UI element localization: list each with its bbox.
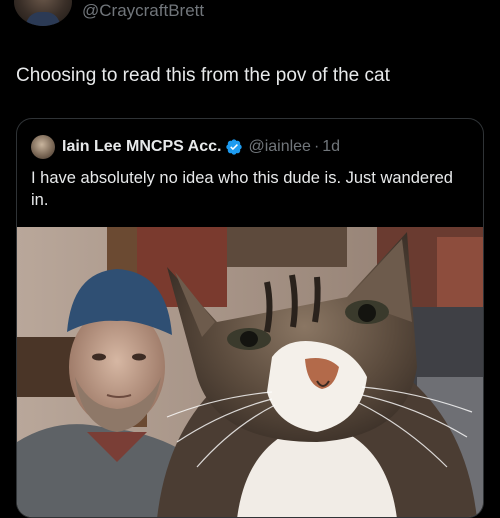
verified-badge-icon xyxy=(226,139,243,155)
author-handle[interactable]: @CraycraftBrett xyxy=(82,0,204,22)
quoted-tweet-photo[interactable] xyxy=(17,227,483,518)
quoted-tweet-text: I have absolutely no idea who this dude … xyxy=(31,169,453,209)
quoted-author-avatar[interactable] xyxy=(31,135,55,159)
quoted-timestamp[interactable]: 1d xyxy=(322,138,340,156)
author-avatar[interactable] xyxy=(14,0,72,26)
quoted-author-name[interactable]: Iain Lee MNCPS Acc. xyxy=(62,138,221,156)
separator-dot: · xyxy=(313,138,320,155)
quoted-tweet-card[interactable]: Iain Lee MNCPS Acc. @iainlee · 1d I have… xyxy=(16,118,484,518)
tweet-text: Choosing to read this from the pov of th… xyxy=(16,65,390,86)
quoted-author-handle[interactable]: @iainlee xyxy=(248,138,311,156)
avatar-shirt xyxy=(26,12,60,26)
quoted-tweet-header: Iain Lee MNCPS Acc. @iainlee · 1d xyxy=(31,135,340,159)
